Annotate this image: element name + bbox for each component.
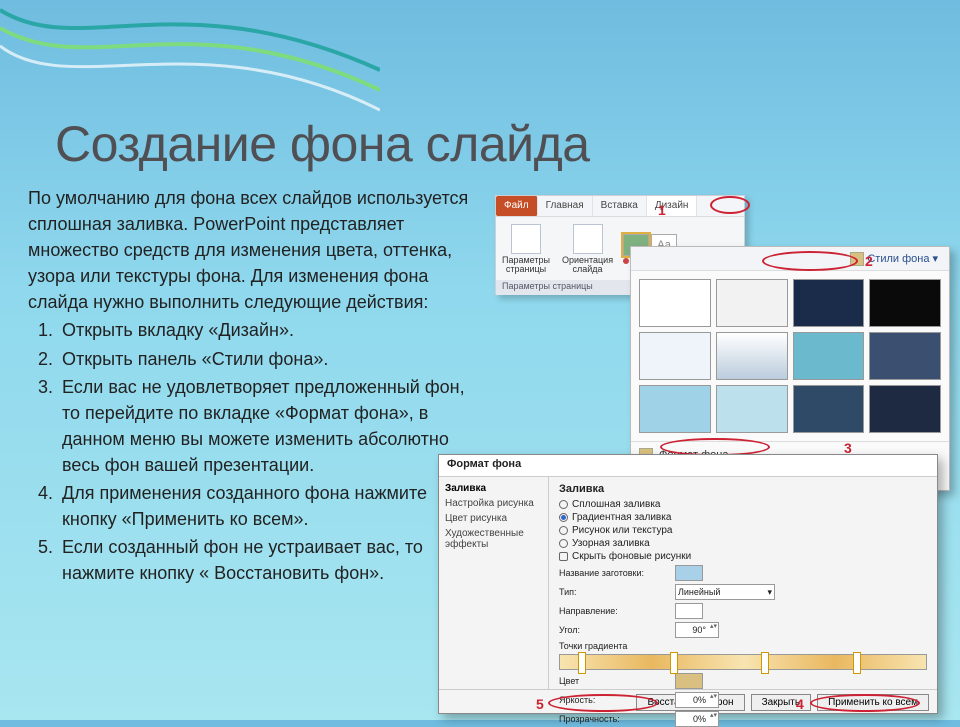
- callout-number-4: 4: [796, 696, 804, 712]
- tab-design[interactable]: Дизайн: [647, 196, 698, 216]
- sidebar-item-fill[interactable]: Заливка: [445, 481, 542, 496]
- radio-pattern[interactable]: Узорная заливка: [559, 538, 927, 549]
- type-combo[interactable]: Линейный▾: [675, 584, 775, 600]
- tab-insert[interactable]: Вставка: [593, 196, 647, 216]
- style-thumb-grid: [631, 271, 949, 441]
- slide-title: Создание фона слайда: [0, 0, 960, 173]
- radio-gradient[interactable]: Градиентная заливка: [559, 512, 927, 523]
- sidebar-item-artistic-effects[interactable]: Художественные эффекты: [445, 526, 542, 552]
- steps-list: Открыть вкладку «Дизайн». Открыть панель…: [28, 317, 478, 586]
- tab-home[interactable]: Главная: [538, 196, 593, 216]
- style-thumb[interactable]: [716, 279, 788, 327]
- apply-to-all-button[interactable]: Применить ко всем: [817, 694, 929, 711]
- style-thumb[interactable]: [869, 385, 941, 433]
- dialog-sidebar: Заливка Настройка рисунка Цвет рисунка Х…: [439, 477, 549, 689]
- intro-paragraph: По умолчанию для фона всех слайдов испол…: [28, 185, 478, 315]
- style-thumb[interactable]: [869, 279, 941, 327]
- tab-file[interactable]: Файл: [496, 196, 538, 216]
- chevron-down-icon: ▾: [932, 252, 938, 265]
- style-thumb[interactable]: [716, 332, 788, 380]
- style-thumb[interactable]: [639, 332, 711, 380]
- paint-bucket-icon: [850, 252, 864, 266]
- transparency-spinner[interactable]: 0%: [675, 711, 719, 727]
- radio-solid[interactable]: Сплошная заливка: [559, 499, 927, 510]
- step-5: Если созданный фон не устраивает вас, то…: [58, 534, 478, 586]
- orientation-icon: [573, 224, 603, 254]
- dialog-title: Формат фона: [439, 455, 937, 477]
- direction-picker[interactable]: [675, 603, 703, 619]
- step-3: Если вас не удовлетворяет предложенный ф…: [58, 374, 478, 478]
- format-background-dialog: Формат фона Заливка Настройка рисунка Цв…: [438, 454, 938, 714]
- step-4: Для применения созданного фона нажмите к…: [58, 480, 478, 532]
- gradient-stops-bar[interactable]: [559, 654, 927, 670]
- background-styles-button[interactable]: Стили фона ▾: [845, 249, 943, 269]
- style-thumb[interactable]: [793, 385, 865, 433]
- fill-heading: Заливка: [559, 483, 927, 495]
- body-text-column: По умолчанию для фона всех слайдов испол…: [28, 185, 478, 588]
- angle-spinner[interactable]: 90°: [675, 622, 719, 638]
- preset-picker[interactable]: [675, 565, 703, 581]
- sidebar-item-picture-corrections[interactable]: Настройка рисунка: [445, 496, 542, 511]
- style-thumb[interactable]: [639, 279, 711, 327]
- brightness-spinner[interactable]: 0%: [675, 692, 719, 708]
- sidebar-item-picture-color[interactable]: Цвет рисунка: [445, 511, 542, 526]
- dialog-main: Заливка Сплошная заливка Градиентная зал…: [549, 477, 937, 689]
- style-thumb[interactable]: [716, 385, 788, 433]
- step-1: Открыть вкладку «Дизайн».: [58, 317, 478, 343]
- stop-color-picker[interactable]: [675, 673, 703, 689]
- callout-number-2: 2: [865, 253, 873, 269]
- style-thumb[interactable]: [869, 332, 941, 380]
- check-hide-graphics[interactable]: Скрыть фоновые рисунки: [559, 551, 927, 562]
- style-thumb[interactable]: [639, 385, 711, 433]
- style-thumb[interactable]: [793, 332, 865, 380]
- page-setup-icon: [511, 224, 541, 254]
- orientation-button[interactable]: Ориентация слайда: [556, 217, 619, 280]
- step-2: Открыть панель «Стили фона».: [58, 346, 478, 372]
- callout-number-5: 5: [536, 696, 544, 712]
- page-setup-button[interactable]: Параметры страницы: [496, 217, 556, 280]
- radio-picture[interactable]: Рисунок или текстура: [559, 525, 927, 536]
- style-thumb[interactable]: [793, 279, 865, 327]
- callout-number-1: 1: [658, 202, 666, 218]
